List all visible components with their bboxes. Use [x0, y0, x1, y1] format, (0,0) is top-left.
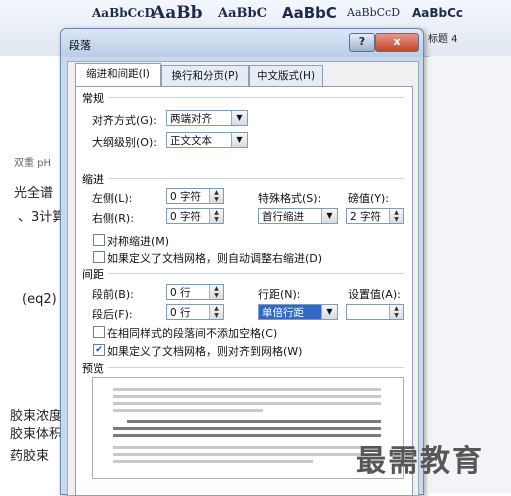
style-sample[interactable]: AaBb: [152, 3, 202, 23]
doc-text: 胶束体积: [10, 427, 63, 442]
style-sample[interactable]: AaBbC: [282, 4, 337, 22]
outline-level-value: 正文文本: [170, 135, 212, 147]
space-before-value: 0 行: [170, 287, 191, 299]
spinner-arrows-icon[interactable]: ▲ ▼: [389, 305, 403, 319]
dialog-title: 段落: [69, 39, 91, 52]
preview-line: [113, 446, 381, 449]
snap-to-grid-checkbox[interactable]: ✔: [93, 344, 105, 356]
auto-adjust-indent-checkbox[interactable]: [93, 251, 105, 263]
spinner-arrows-icon[interactable]: ▲ ▼: [389, 209, 403, 223]
preview-line: [113, 409, 263, 412]
document-margin: [430, 56, 511, 493]
space-after-label: 段后(F):: [92, 308, 133, 321]
section-indentation: 缩进: [82, 173, 104, 186]
line-spacing-select[interactable]: 单倍行距 ▼: [258, 304, 338, 320]
doc-text: 、3计算: [18, 210, 66, 225]
tab-line-page-breaks[interactable]: 换行和分页(P): [161, 65, 249, 86]
doc-text: 光全谱: [14, 186, 54, 201]
preview-line: [127, 420, 381, 423]
alignment-label: 对齐方式(G):: [92, 114, 157, 127]
outline-level-select[interactable]: 正文文本 ▼: [166, 132, 248, 148]
preview-line: [113, 453, 381, 456]
space-after-value: 0 行: [170, 307, 191, 319]
alignment-select[interactable]: 两端对齐 ▼: [166, 110, 248, 126]
doc-text: 胶束浓度: [10, 409, 63, 424]
chevron-down-icon[interactable]: ▼: [321, 305, 337, 319]
doc-text: (eq2): [22, 292, 57, 307]
dialog-titlebar[interactable]: 段落 ? x: [61, 29, 423, 57]
help-button[interactable]: ?: [349, 33, 375, 52]
left-indent-label: 左侧(L):: [92, 192, 133, 205]
watermark-logo: 最需教育: [356, 444, 484, 479]
spacing-at-spinner[interactable]: ▲ ▼: [346, 304, 404, 320]
preview-line: [113, 460, 313, 463]
space-before-spinner[interactable]: 0 行 ▲ ▼: [166, 284, 224, 300]
auto-adjust-indent-label: 如果定义了文档网格，则自动调整右缩进(D): [107, 252, 323, 265]
spinner-arrows-icon[interactable]: ▲ ▼: [209, 285, 223, 299]
tab-asian-typography[interactable]: 中文版式(H): [249, 65, 323, 86]
separator: [108, 178, 404, 179]
separator: [108, 97, 404, 98]
indent-by-value: 2 字符: [350, 211, 382, 223]
snap-to-grid-label: 如果定义了文档网格，则对齐到网格(W): [107, 345, 303, 358]
right-indent-label: 右侧(R):: [92, 212, 134, 225]
preview-line: [113, 434, 381, 437]
heading-style-label[interactable]: 标题 4: [428, 30, 458, 45]
doc-text: 药胶束: [10, 449, 50, 464]
separator: [108, 367, 404, 368]
space-before-label: 段前(B):: [92, 288, 134, 301]
style-sample[interactable]: AaBbCcD: [347, 6, 400, 19]
right-indent-spinner[interactable]: 0 字符 ▲ ▼: [166, 208, 224, 224]
special-format-label: 特殊格式(S):: [258, 192, 322, 205]
outline-level-label: 大纲级别(O):: [92, 136, 157, 149]
style-sample[interactable]: AaBbCcD: [92, 6, 155, 20]
tab-indents-spacing[interactable]: 缩进和间距(I): [75, 63, 161, 87]
spinner-arrows-icon[interactable]: ▲ ▼: [209, 209, 223, 223]
preview-line: [113, 427, 381, 430]
separator: [108, 273, 404, 274]
alignment-value: 两端对齐: [170, 113, 212, 125]
special-format-value: 首行缩进: [262, 211, 304, 223]
space-after-spinner[interactable]: 0 行 ▲ ▼: [166, 304, 224, 320]
style-sample[interactable]: AaBbC: [218, 6, 267, 21]
chevron-down-icon[interactable]: ▼: [321, 209, 337, 223]
preview-line: [113, 402, 381, 405]
spacing-at-label: 设置值(A):: [348, 288, 401, 301]
section-preview: 预览: [82, 362, 104, 375]
left-indent-value: 0 字符: [170, 191, 202, 203]
style-sample[interactable]: AaBbCc: [412, 6, 463, 20]
section-spacing: 间距: [82, 268, 104, 281]
special-format-select[interactable]: 首行缩进 ▼: [258, 208, 338, 224]
mirror-indent-label: 对称缩进(M): [107, 235, 170, 248]
line-spacing-value: 单倍行距: [262, 307, 304, 319]
chevron-down-icon[interactable]: ▼: [231, 133, 247, 147]
no-space-same-style-checkbox[interactable]: [93, 326, 105, 338]
line-spacing-label: 行距(N):: [258, 288, 301, 301]
spinner-arrows-icon[interactable]: ▲ ▼: [209, 189, 223, 203]
no-space-same-style-label: 在相同样式的段落间不添加空格(C): [107, 327, 278, 340]
left-indent-spinner[interactable]: 0 字符 ▲ ▼: [166, 188, 224, 204]
section-general: 常规: [82, 92, 104, 105]
chevron-down-icon[interactable]: ▼: [231, 111, 247, 125]
doc-text: 双重 pH: [14, 158, 52, 169]
mirror-indent-checkbox[interactable]: [93, 234, 105, 246]
preview-line: [113, 395, 381, 398]
right-indent-value: 0 字符: [170, 211, 202, 223]
indent-by-spinner[interactable]: 2 字符 ▲ ▼: [346, 208, 404, 224]
indent-by-label: 磅值(Y):: [348, 192, 390, 205]
close-button[interactable]: x: [375, 33, 419, 52]
preview-line: [113, 388, 381, 391]
spinner-arrows-icon[interactable]: ▲ ▼: [209, 305, 223, 319]
